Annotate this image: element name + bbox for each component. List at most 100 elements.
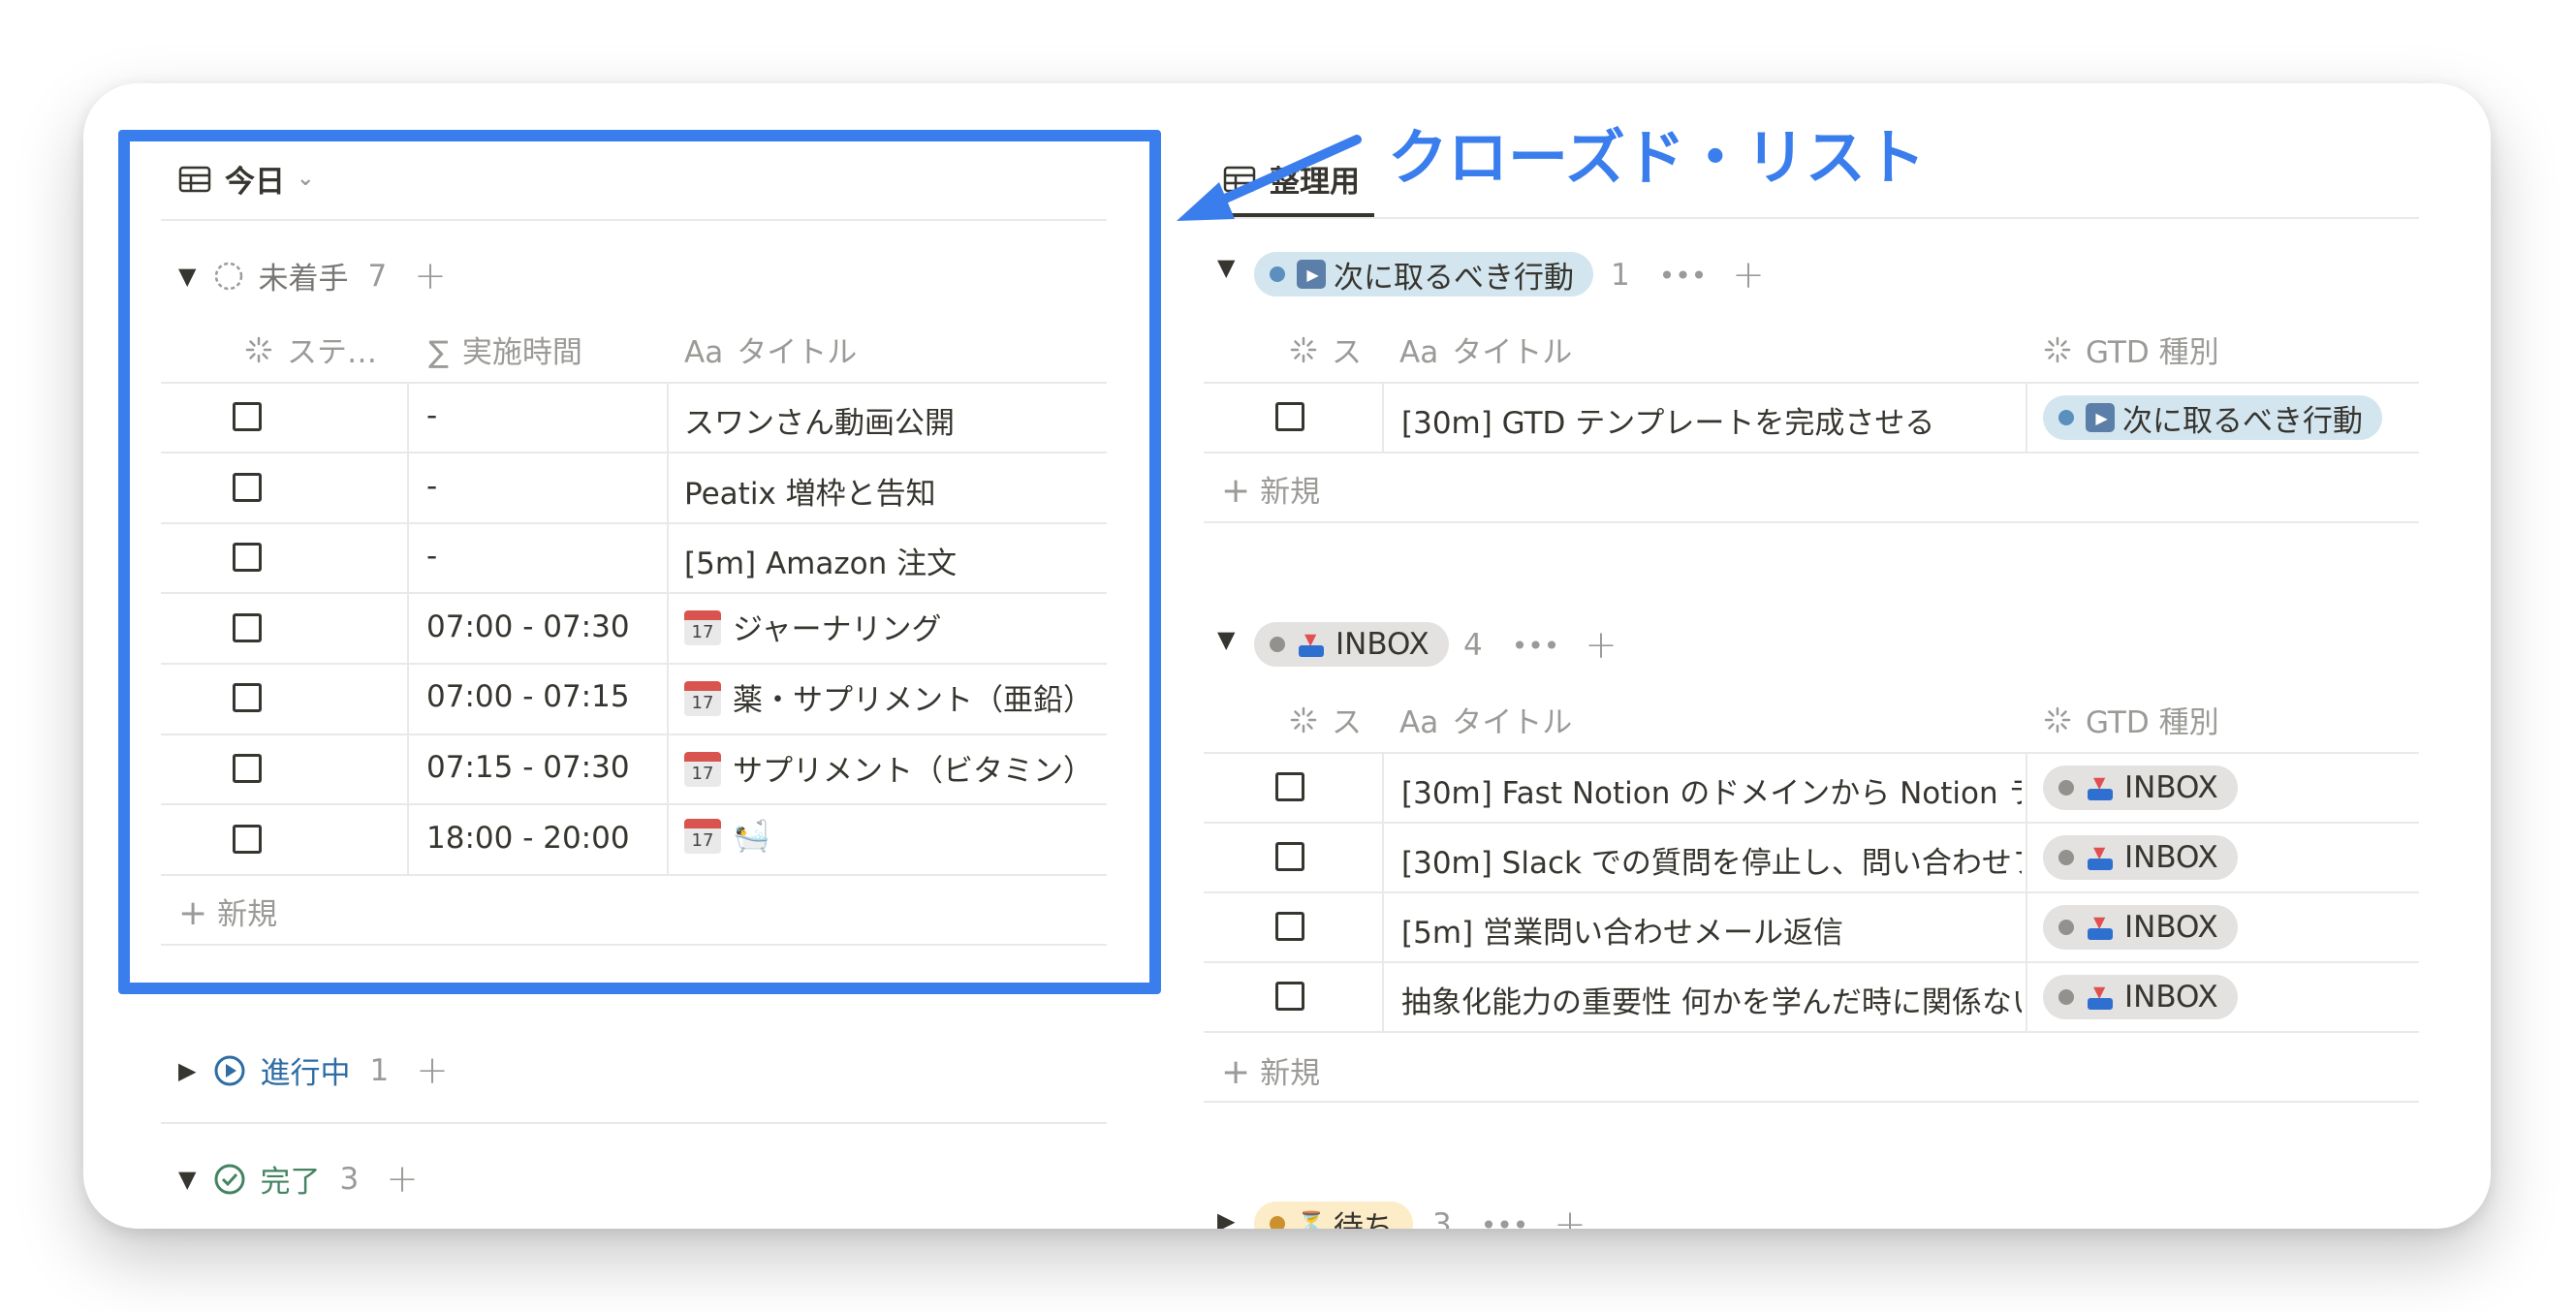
tag-inbox[interactable]: ▼ INBOX — [2043, 905, 2238, 950]
tag-inbox[interactable]: ▼ INBOX — [2043, 975, 2238, 1019]
inbox-tray-icon: ▼ — [2086, 984, 2115, 1010]
group-header-done[interactable]: ▼ 完了 3 + — [178, 1157, 419, 1201]
divider — [1204, 217, 2419, 219]
text-property-icon: Aa — [1399, 705, 1439, 740]
tag-inbox[interactable]: ▼ INBOX — [2043, 765, 2238, 810]
column-header-label: ス — [1332, 705, 1362, 740]
check-circle-icon — [214, 1164, 245, 1194]
toggle-closed-icon[interactable]: ▶ — [1217, 1207, 1235, 1229]
divider — [1382, 382, 1384, 452]
title-cell[interactable]: [30m] Slack での質問を停止し、問い合わせフ — [1401, 838, 2022, 882]
tag-label: 次に取るべき行動 — [2122, 403, 2363, 439]
add-icon[interactable]: + — [1732, 256, 1765, 295]
tag-next-action[interactable]: ▶ 次に取るべき行動 — [1254, 252, 1593, 297]
title-cell[interactable]: [30m] Fast Notion のドメインから Notion ラボ — [1401, 768, 2022, 812]
divider — [1382, 752, 1384, 1031]
divider — [1204, 1101, 2419, 1103]
toggle-open-icon[interactable]: ▼ — [178, 1166, 196, 1193]
tag-next-action[interactable]: ▶ 次に取るべき行動 — [2043, 395, 2382, 440]
title-cell[interactable]: [30m] GTD テンプレートを完成させる — [1401, 398, 1934, 442]
column-header-gtd-type[interactable]: GTD 種別 — [2043, 328, 2219, 371]
column-header-label: GTD 種別 — [2086, 705, 2219, 740]
group-meta: 1 ••• + — [1611, 256, 1765, 295]
title-cell[interactable]: 抽象化能力の重要性 何かを学んだ時に関係ない — [1401, 978, 2022, 1021]
group-count: 4 — [1463, 628, 1483, 663]
status-dot — [1270, 1216, 1285, 1229]
new-row-label: 新規 — [1260, 1056, 1321, 1091]
divider — [1204, 1031, 2419, 1033]
column-header-label: タイトル — [1452, 335, 1573, 370]
text-property-icon: Aa — [1399, 335, 1439, 370]
inbox-tray-icon: ▼ — [1297, 632, 1326, 657]
tag-label: INBOX — [1335, 627, 1429, 662]
group-count: 1 — [369, 1052, 390, 1088]
play-button-icon: ▶ — [1297, 260, 1326, 289]
annotation-arrow-icon — [1177, 135, 1362, 221]
group-label: 完了 — [260, 1165, 321, 1200]
status-dot — [2058, 780, 2074, 796]
column-header-status[interactable]: ス — [1289, 328, 1362, 371]
column-header-title[interactable]: Aa タイトル — [1399, 698, 1572, 741]
tag-label: INBOX — [2124, 910, 2218, 945]
inbox-tray-icon: ▼ — [2086, 915, 2115, 940]
checkbox[interactable] — [1275, 402, 1304, 431]
status-property-icon — [2044, 336, 2071, 362]
column-header-status[interactable]: ス — [1289, 698, 1362, 741]
divider — [2026, 752, 2027, 1031]
checkbox[interactable] — [1275, 772, 1304, 801]
status-dot — [1270, 637, 1285, 652]
divider — [1204, 822, 2419, 824]
checkbox[interactable] — [1275, 842, 1304, 871]
column-header-gtd-type[interactable]: GTD 種別 — [2043, 698, 2219, 741]
toggle-open-icon[interactable]: ▼ — [1217, 626, 1235, 653]
hourglass-icon: ⏳ — [1297, 1210, 1326, 1229]
more-options-icon[interactable]: ••• — [1659, 260, 1708, 292]
add-icon[interactable]: + — [386, 1160, 419, 1199]
divider — [1204, 961, 2419, 963]
tag-inbox[interactable]: ▼ INBOX — [2043, 835, 2238, 880]
divider — [1204, 521, 2419, 523]
group-meta: 4 ••• + — [1463, 626, 1618, 665]
title-cell[interactable]: [5m] 営業問い合わせメール返信 — [1401, 908, 2022, 952]
toggle-open-icon[interactable]: ▼ — [1217, 254, 1235, 281]
divider — [161, 1122, 1107, 1124]
group-header-inbox[interactable]: ▼ — [1217, 626, 1252, 653]
divider — [2026, 382, 2027, 452]
group-header-in-progress[interactable]: ▶ 進行中 1 + — [178, 1048, 449, 1092]
checkbox[interactable] — [1275, 912, 1304, 941]
group-label: 進行中 — [260, 1056, 351, 1091]
group-header-next-action[interactable]: ▼ — [1217, 254, 1252, 281]
new-row-button[interactable]: + 新規 — [1221, 467, 1320, 511]
status-dot — [1270, 266, 1285, 282]
status-dot — [2058, 989, 2074, 1005]
annotation-label: クローズド・リスト — [1388, 122, 1926, 193]
divider — [1204, 452, 2419, 453]
new-row-label: 新規 — [1260, 475, 1321, 510]
group-count: 3 — [339, 1161, 360, 1197]
divider — [1204, 891, 2419, 893]
checkbox[interactable] — [1275, 982, 1304, 1011]
status-dot — [2058, 920, 2074, 935]
add-icon: + — [1221, 471, 1251, 511]
divider — [1204, 752, 2419, 754]
add-icon: + — [1221, 1052, 1251, 1092]
add-icon[interactable]: + — [416, 1051, 449, 1090]
column-header-title[interactable]: Aa タイトル — [1399, 328, 1572, 371]
tag-inbox[interactable]: ▼ INBOX — [1254, 622, 1449, 667]
group-count: 3 — [1432, 1207, 1452, 1229]
divider — [1204, 382, 2419, 384]
tag-label: INBOX — [2124, 840, 2218, 875]
tag-label: INBOX — [2124, 980, 2218, 1015]
more-options-icon[interactable]: ••• — [1512, 630, 1560, 662]
tag-label: 次に取るべき行動 — [1334, 260, 1574, 296]
group-header-waiting[interactable]: ▶ ⏳ 待ち 3 ••• + — [1204, 1194, 1669, 1229]
status-property-icon — [1290, 336, 1317, 362]
toggle-closed-icon[interactable]: ▶ — [178, 1057, 196, 1084]
more-options-icon[interactable]: ••• — [1481, 1209, 1529, 1230]
add-icon[interactable]: + — [1554, 1205, 1586, 1229]
column-header-label: タイトル — [1452, 705, 1573, 740]
column-header-label: ス — [1332, 335, 1362, 370]
add-icon[interactable]: + — [1585, 626, 1618, 665]
tag-waiting[interactable]: ⏳ 待ち — [1254, 1202, 1413, 1229]
new-row-button[interactable]: + 新規 — [1221, 1048, 1320, 1092]
